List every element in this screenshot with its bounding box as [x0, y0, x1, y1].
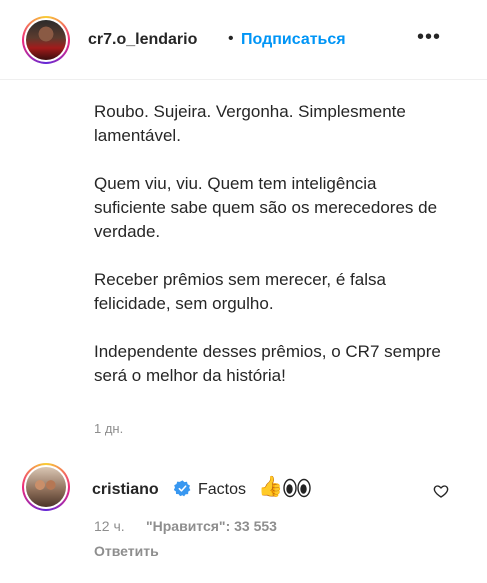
comment-timestamp[interactable]: 12 ч.: [94, 518, 125, 534]
thumbs-up-emoji-icon: 👍: [258, 476, 283, 498]
post-header: cr7.o_lendario • Подписаться •••: [0, 0, 487, 80]
eyes-emoji-icon: [283, 478, 311, 498]
post-caption: Roubo. Sujeira. Vergonha. Simplesmente l…: [94, 100, 444, 412]
post-author-username[interactable]: cr7.o_lendario: [88, 31, 197, 49]
caption-paragraph: Receber prêmios sem merecer, é falsa fel…: [94, 270, 386, 313]
avatar-frame: [24, 18, 68, 62]
post-timestamp[interactable]: 1 дн.: [94, 421, 123, 436]
comment-text: Factos: [198, 481, 247, 498]
verified-badge-icon: [174, 480, 191, 497]
avatar-image: [26, 467, 66, 507]
caption-paragraph: Quem viu, viu. Quem tem inteligência suf…: [94, 174, 438, 241]
commenter-username[interactable]: cristiano: [92, 481, 159, 499]
reply-button[interactable]: Ответить: [94, 543, 159, 559]
caption-paragraph: Independente desses prêmios, o CR7 sempr…: [94, 342, 441, 385]
heart-icon[interactable]: [433, 483, 449, 499]
commenter-avatar[interactable]: [22, 463, 70, 511]
more-options-icon[interactable]: •••: [417, 27, 441, 47]
comment-likes-count[interactable]: "Нравится": 33 553: [146, 518, 277, 534]
caption-paragraph: Roubo. Sujeira. Vergonha. Simplesmente l…: [94, 102, 406, 145]
follow-button[interactable]: Подписаться: [241, 31, 346, 49]
avatar-frame: [24, 465, 68, 509]
header-separator: •: [228, 30, 234, 47]
avatar-image: [26, 20, 66, 60]
post-author-avatar[interactable]: [22, 16, 70, 64]
